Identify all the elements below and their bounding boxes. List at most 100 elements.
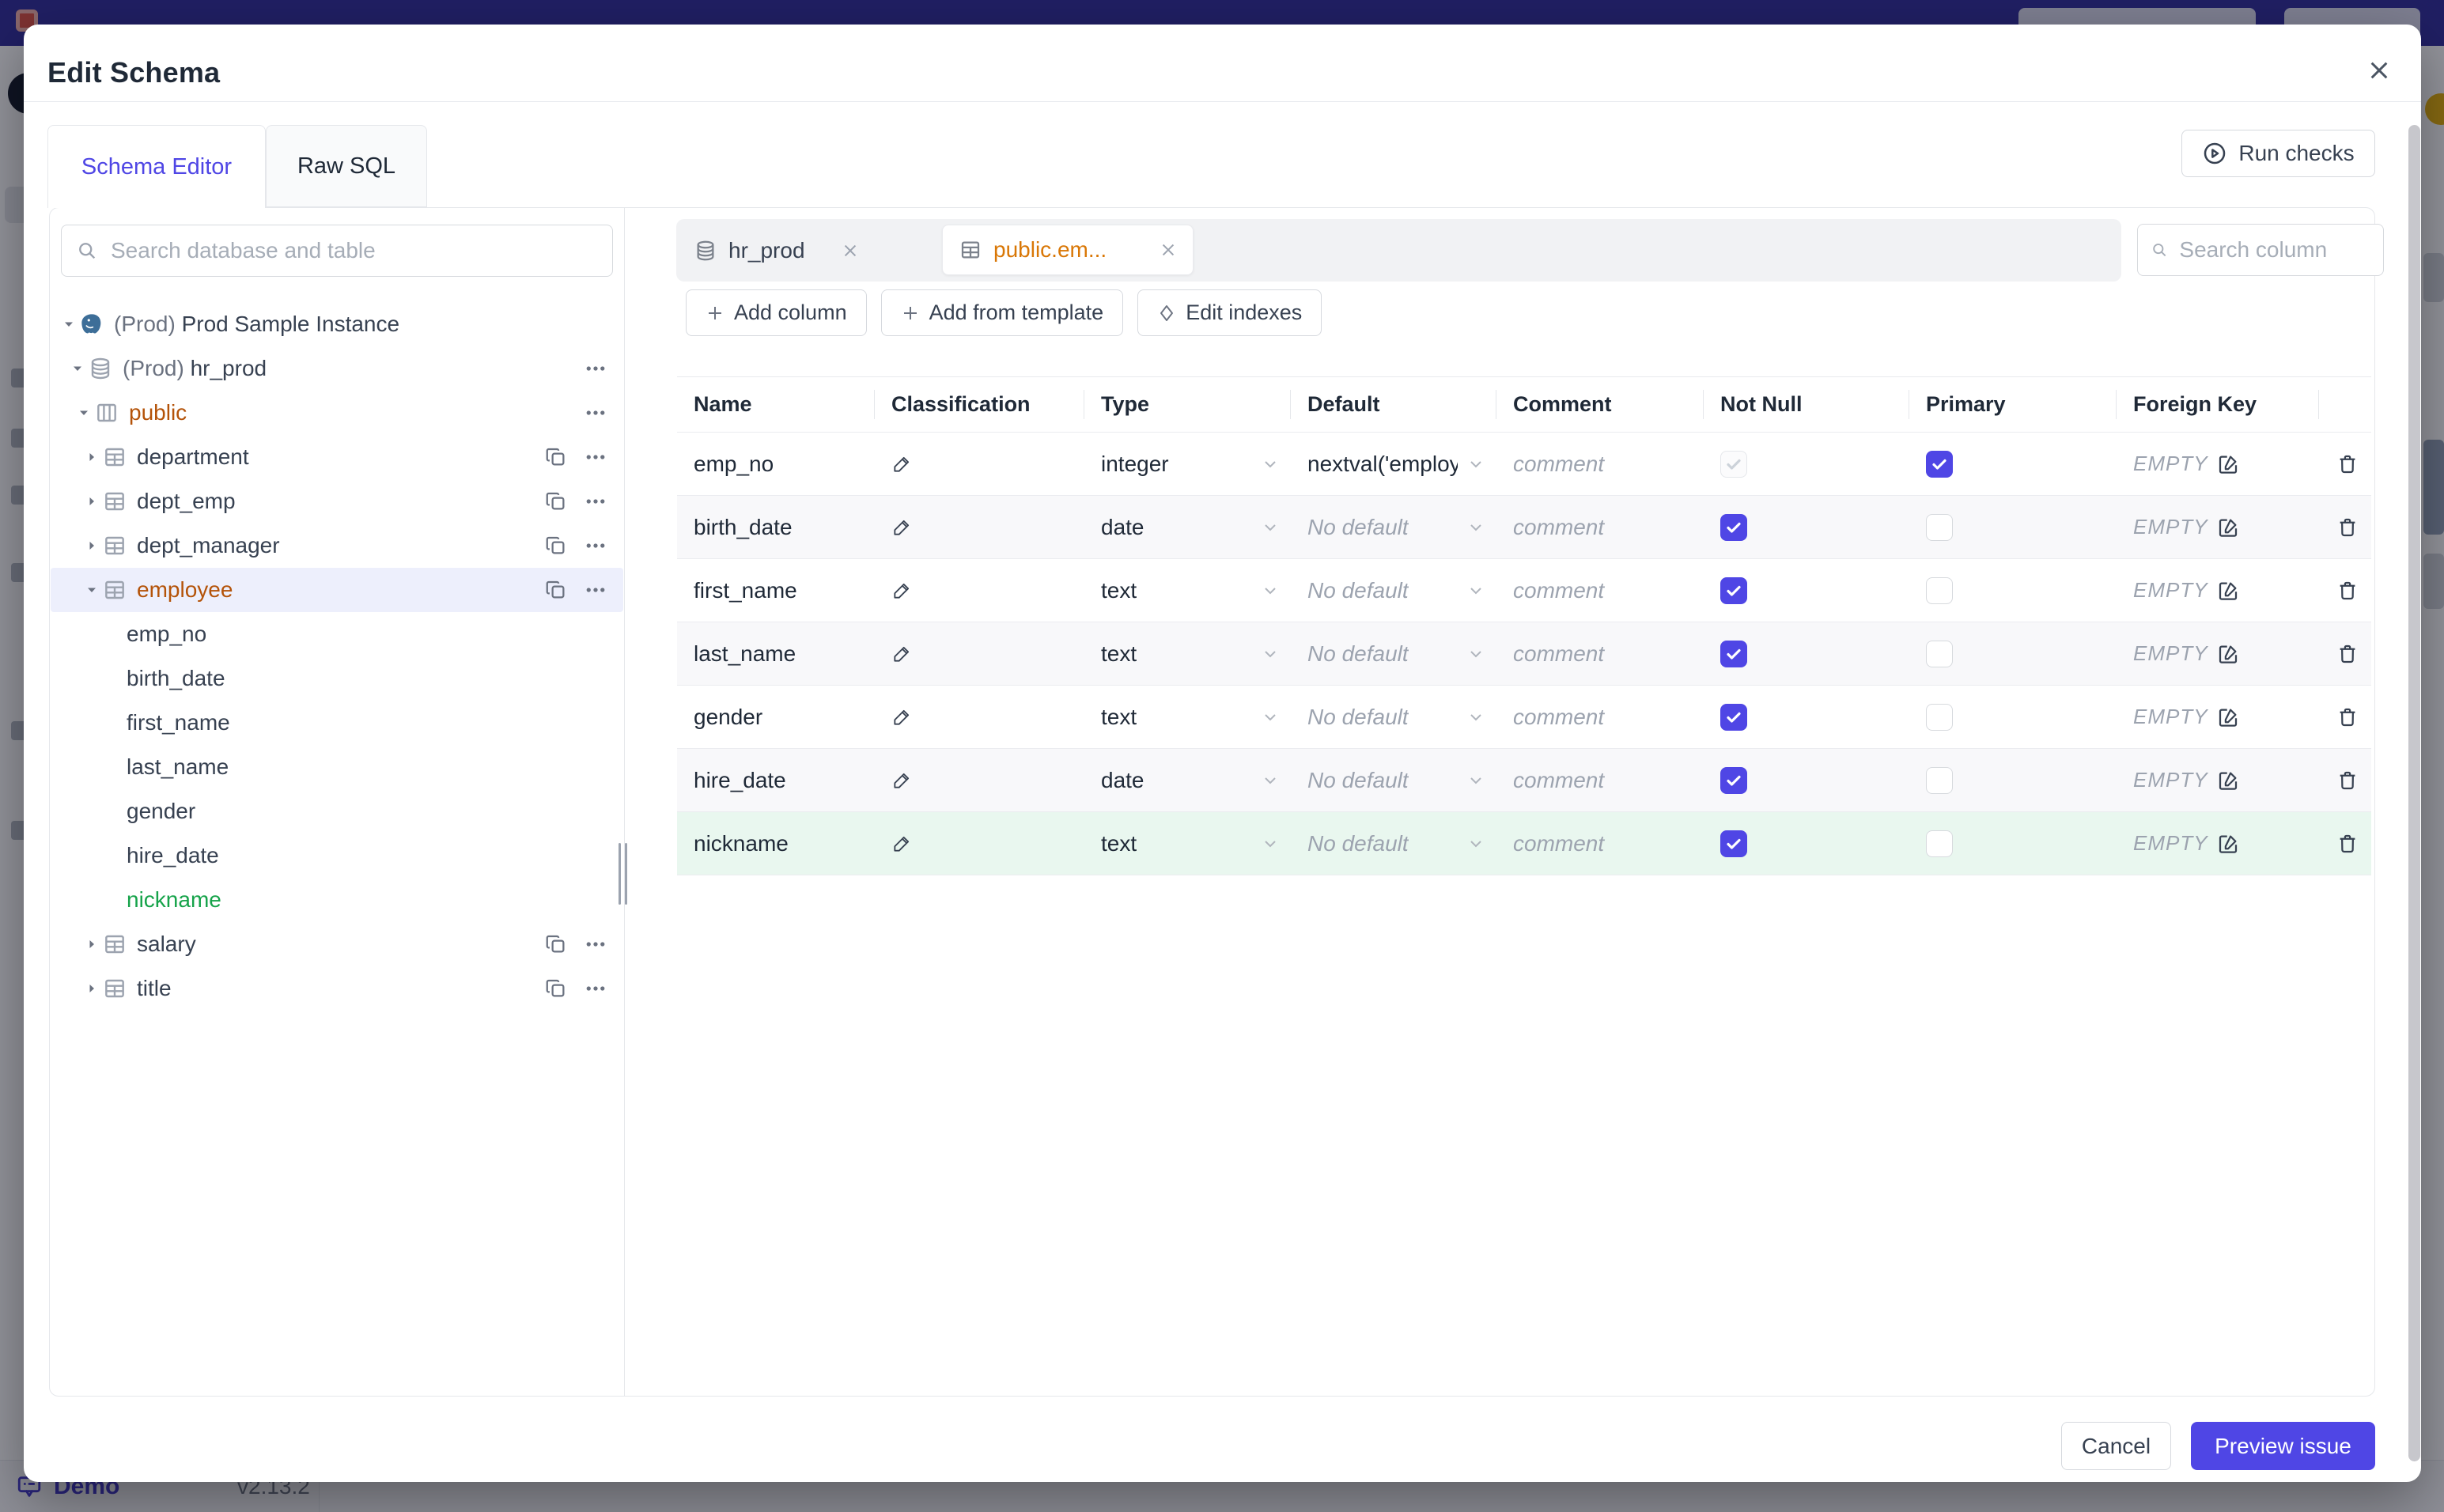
column-name-cell[interactable]: emp_no xyxy=(677,452,875,477)
tree-item-hr_prod[interactable]: (Prod) hr_prod xyxy=(51,346,623,391)
tree-item-gender[interactable]: gender xyxy=(51,789,623,833)
default-select[interactable]: No default xyxy=(1291,768,1496,793)
pencil-icon[interactable] xyxy=(891,644,912,664)
primary-checkbox[interactable] xyxy=(1926,450,1953,478)
edit-foreign-key-icon[interactable] xyxy=(2216,705,2240,729)
add-column-button[interactable]: Add column xyxy=(686,289,867,336)
default-select[interactable]: No default xyxy=(1291,641,1496,667)
close-tab-icon[interactable] xyxy=(842,242,859,259)
column-name-cell[interactable]: nickname xyxy=(677,831,875,856)
tab-schema-editor[interactable]: Schema Editor xyxy=(47,125,266,208)
copy-icon[interactable] xyxy=(544,490,568,513)
column-name-cell[interactable]: birth_date xyxy=(677,515,875,540)
primary-checkbox[interactable] xyxy=(1926,640,1953,667)
tree-item-emp_no[interactable]: emp_no xyxy=(51,612,623,656)
default-select[interactable]: No default xyxy=(1291,831,1496,856)
type-select[interactable]: text xyxy=(1084,578,1291,603)
default-select[interactable]: No default xyxy=(1291,705,1496,730)
pencil-icon[interactable] xyxy=(891,517,912,538)
tree-item-employee[interactable]: employee xyxy=(51,568,623,612)
tree-item-nickname[interactable]: nickname xyxy=(51,878,623,922)
more-actions-icon[interactable] xyxy=(584,490,607,513)
tree-item-last_name[interactable]: last_name xyxy=(51,745,623,789)
caret-right-icon[interactable] xyxy=(81,539,102,552)
comment-input[interactable]: comment xyxy=(1496,831,1704,856)
tree-item-salary[interactable]: salary xyxy=(51,922,623,966)
run-checks-button[interactable]: Run checks xyxy=(2181,130,2375,177)
type-select[interactable]: text xyxy=(1084,641,1291,667)
caret-down-icon[interactable] xyxy=(59,318,79,331)
edit-foreign-key-icon[interactable] xyxy=(2216,642,2240,666)
preview-issue-button[interactable]: Preview issue xyxy=(2191,1422,2375,1470)
caret-right-icon[interactable] xyxy=(81,451,102,463)
comment-input[interactable]: comment xyxy=(1496,452,1704,477)
close-tab-icon[interactable] xyxy=(1160,241,1177,259)
comment-input[interactable]: comment xyxy=(1496,705,1704,730)
pencil-icon[interactable] xyxy=(891,770,912,791)
tree-item-prod-sample-instance[interactable]: (Prod) Prod Sample Instance xyxy=(51,302,623,346)
column-search-input[interactable] xyxy=(2177,236,2370,263)
delete-column-icon[interactable] xyxy=(2336,452,2359,476)
type-select[interactable]: date xyxy=(1084,515,1291,540)
type-select[interactable]: text xyxy=(1084,831,1291,856)
not-null-checkbox[interactable] xyxy=(1720,576,1747,604)
delete-column-icon[interactable] xyxy=(2336,705,2359,729)
tree-item-dept_manager[interactable]: dept_manager xyxy=(51,524,623,568)
type-select[interactable]: integer xyxy=(1084,452,1291,477)
default-select[interactable]: nextval('employ xyxy=(1291,452,1496,477)
primary-checkbox[interactable] xyxy=(1926,830,1953,857)
editor-tab-public-employee[interactable]: public.em... xyxy=(942,225,1194,275)
comment-input[interactable]: comment xyxy=(1496,768,1704,793)
caret-down-icon[interactable] xyxy=(81,584,102,596)
tree-item-department[interactable]: department xyxy=(51,435,623,479)
edit-foreign-key-icon[interactable] xyxy=(2216,452,2240,476)
cancel-button[interactable]: Cancel xyxy=(2061,1422,2171,1470)
tree-search-input[interactable] xyxy=(109,237,598,264)
panel-resize-handle[interactable] xyxy=(619,843,627,905)
copy-icon[interactable] xyxy=(544,578,568,602)
tree-item-first_name[interactable]: first_name xyxy=(51,701,623,745)
caret-right-icon[interactable] xyxy=(81,495,102,508)
comment-input[interactable]: comment xyxy=(1496,641,1704,667)
copy-icon[interactable] xyxy=(544,977,568,1000)
more-actions-icon[interactable] xyxy=(584,445,607,469)
classification-cell[interactable] xyxy=(875,580,1084,601)
more-actions-icon[interactable] xyxy=(584,932,607,956)
comment-input[interactable]: comment xyxy=(1496,578,1704,603)
pencil-icon[interactable] xyxy=(891,454,912,474)
default-select[interactable]: No default xyxy=(1291,578,1496,603)
not-null-checkbox[interactable] xyxy=(1720,766,1747,794)
close-button[interactable] xyxy=(2359,50,2400,91)
edit-foreign-key-icon[interactable] xyxy=(2216,769,2240,792)
delete-column-icon[interactable] xyxy=(2336,769,2359,792)
column-name-cell[interactable]: first_name xyxy=(677,578,875,603)
caret-down-icon[interactable] xyxy=(67,362,88,375)
tree-item-hire_date[interactable]: hire_date xyxy=(51,833,623,878)
tree-item-birth_date[interactable]: birth_date xyxy=(51,656,623,701)
editor-tab-hr-prod[interactable]: hr_prod xyxy=(694,219,859,282)
edit-foreign-key-icon[interactable] xyxy=(2216,832,2240,856)
copy-icon[interactable] xyxy=(544,445,568,469)
not-null-checkbox[interactable] xyxy=(1720,513,1747,541)
pencil-icon[interactable] xyxy=(891,580,912,601)
pencil-icon[interactable] xyxy=(891,707,912,728)
classification-cell[interactable] xyxy=(875,833,1084,854)
type-select[interactable]: text xyxy=(1084,705,1291,730)
delete-column-icon[interactable] xyxy=(2336,832,2359,856)
classification-cell[interactable] xyxy=(875,517,1084,538)
not-null-checkbox[interactable] xyxy=(1720,830,1747,857)
primary-checkbox[interactable] xyxy=(1926,513,1953,541)
delete-column-icon[interactable] xyxy=(2336,579,2359,603)
primary-checkbox[interactable] xyxy=(1926,576,1953,604)
edit-foreign-key-icon[interactable] xyxy=(2216,579,2240,603)
classification-cell[interactable] xyxy=(875,770,1084,791)
type-select[interactable]: date xyxy=(1084,768,1291,793)
primary-checkbox[interactable] xyxy=(1926,703,1953,731)
not-null-checkbox[interactable] xyxy=(1720,703,1747,731)
more-actions-icon[interactable] xyxy=(584,534,607,558)
tree-item-dept_emp[interactable]: dept_emp xyxy=(51,479,623,524)
more-actions-icon[interactable] xyxy=(584,357,607,380)
classification-cell[interactable] xyxy=(875,707,1084,728)
tree-item-title[interactable]: title xyxy=(51,966,623,1011)
column-name-cell[interactable]: last_name xyxy=(677,641,875,667)
